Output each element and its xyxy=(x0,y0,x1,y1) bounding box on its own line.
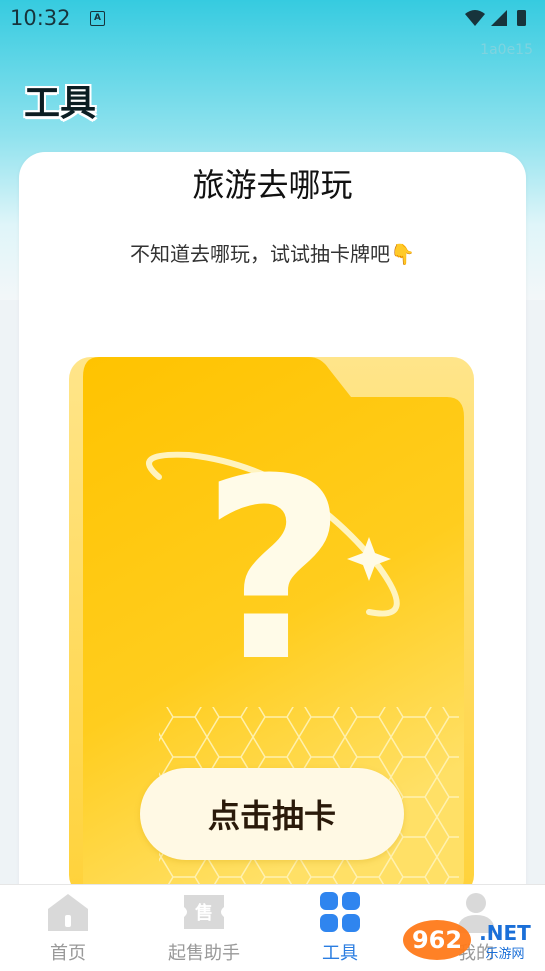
status-bar: 10:32 A xyxy=(0,0,545,38)
tab-tools[interactable]: 工具 xyxy=(272,885,408,971)
svg-text:.NET: .NET xyxy=(479,921,531,945)
tab-home[interactable]: 首页 xyxy=(0,885,136,971)
signal-icon xyxy=(491,10,507,26)
page-title: 工具 xyxy=(24,83,97,124)
sale-ticket-icon: 售 xyxy=(184,895,224,929)
svg-text:962: 962 xyxy=(412,926,462,954)
watermark: 1a0e15 xyxy=(480,42,533,58)
tab-sale-assistant-label: 起售助手 xyxy=(168,943,240,964)
card-title: 旅游去哪玩 xyxy=(192,166,353,204)
tab-tools-label: 工具 xyxy=(322,943,358,964)
grid-icon xyxy=(320,892,360,932)
svg-text:乐游网: 乐游网 xyxy=(485,947,524,962)
battery-icon xyxy=(517,10,526,26)
draw-card-button[interactable]: 点击抽卡 xyxy=(140,768,404,860)
status-time: 10:32 xyxy=(10,6,71,30)
brand-logo: 962 .NET 乐游网 xyxy=(403,920,531,962)
notification-icon: A xyxy=(90,11,105,26)
tab-sale-assistant[interactable]: 售 起售助手 xyxy=(136,885,272,971)
status-icons xyxy=(465,10,526,26)
tab-home-label: 首页 xyxy=(50,943,86,964)
card-subtitle: 不知道去哪玩，试试抽卡牌吧👇 xyxy=(130,242,415,266)
home-icon xyxy=(48,894,88,931)
wifi-icon xyxy=(465,10,485,26)
question-mark-icon: ? xyxy=(201,425,346,716)
svg-text:售: 售 xyxy=(195,902,213,924)
